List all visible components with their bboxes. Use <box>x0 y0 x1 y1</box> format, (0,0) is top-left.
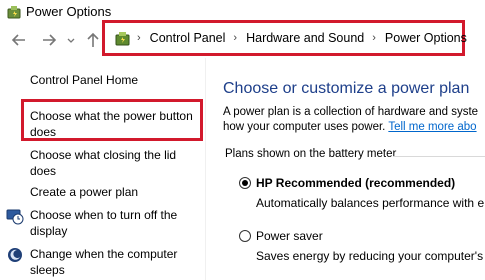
computer-sleeps-link[interactable]: Change when the computer sleeps <box>30 246 177 278</box>
description-line1: A power plan is a collection of hardware… <box>223 106 479 118</box>
page-description: A power plan is a collection of hardware… <box>223 105 478 135</box>
computer-sleeps-line1: Change when the computer <box>30 247 178 261</box>
display-schedule-icon <box>6 207 24 225</box>
window-title: Power Options <box>26 4 112 19</box>
plan-description: Automatically balances performance with … <box>256 196 485 210</box>
breadcrumb-separator-icon: › <box>372 32 376 44</box>
back-arrow-icon[interactable] <box>10 30 28 50</box>
description-line2-text: how your computer uses power. <box>223 121 389 133</box>
power-options-icon <box>6 4 24 22</box>
section-divider <box>393 156 485 157</box>
radio-unselected-icon[interactable] <box>239 230 251 242</box>
breadcrumb-separator-icon: › <box>233 32 238 44</box>
description-line2: how your computer uses power. Tell me mo… <box>223 120 478 135</box>
pane-divider <box>205 58 206 280</box>
closing-lid-link-line1: Choose what closing the lid <box>30 148 177 162</box>
address-bar[interactable]: › Control Panel › Hardware and Sound › P… <box>102 20 467 56</box>
plan-description: Saves energy by reducing your computer's… <box>256 249 485 263</box>
create-power-plan-label: Create a power plan <box>30 185 139 199</box>
breadcrumb-control-panel[interactable]: Control Panel <box>150 31 226 45</box>
breadcrumb-separator-icon: › <box>137 32 141 44</box>
turn-off-display-line1: Choose when to turn off the <box>30 208 178 222</box>
chevron-down-icon[interactable] <box>66 30 76 50</box>
breadcrumb-hardware-and-sound[interactable]: Hardware and Sound <box>246 31 364 45</box>
create-power-plan-link[interactable]: Create a power plan <box>30 184 138 200</box>
computer-sleeps-line2: sleeps <box>30 263 65 277</box>
up-arrow-icon[interactable] <box>84 30 102 50</box>
radio-selected-icon[interactable] <box>239 177 251 189</box>
breadcrumb: › Control Panel › Hardware and Sound › P… <box>137 23 467 53</box>
closing-lid-link-line2: does <box>30 164 57 178</box>
plan-name[interactable]: Power saver <box>256 228 323 244</box>
left-task-pane: Control Panel Home Choose what the power… <box>0 58 205 280</box>
plan-name[interactable]: HP Recommended (recommended) <box>256 175 455 191</box>
main-content: Choose or customize a power plan A power… <box>223 58 485 280</box>
breadcrumb-power-options[interactable]: Power Options <box>385 31 467 45</box>
sleep-moon-icon <box>6 246 24 264</box>
forward-arrow-icon[interactable] <box>40 30 58 50</box>
control-panel-icon <box>113 29 133 49</box>
tell-me-more-link[interactable]: Tell me more abo <box>388 121 476 133</box>
battery-meter-section-label: Plans shown on the battery meter <box>225 148 397 160</box>
turn-off-display-link[interactable]: Choose when to turn off the display <box>30 207 177 239</box>
closing-lid-link[interactable]: Choose what closing the lid does <box>30 147 176 179</box>
turn-off-display-line2: display <box>30 224 68 238</box>
page-title: Choose or customize a power plan <box>223 80 470 97</box>
highlight-box <box>21 99 203 141</box>
control-panel-home-link[interactable]: Control Panel Home <box>30 72 138 88</box>
